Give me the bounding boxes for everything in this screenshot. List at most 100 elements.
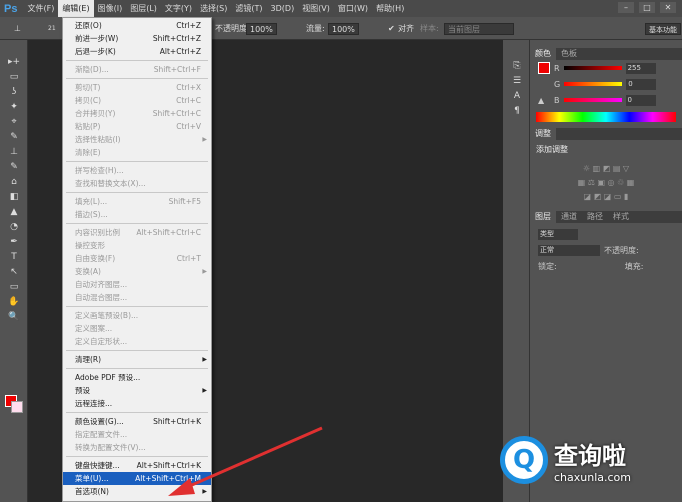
- tab-layers[interactable]: 图层: [530, 211, 556, 223]
- tool-button[interactable]: ⊥: [6, 146, 22, 158]
- menu-item[interactable]: 指定配置文件...: [63, 428, 211, 441]
- menu-item[interactable]: 合并拷贝(Y) Shift+Ctrl+C: [63, 107, 211, 120]
- menu-item[interactable]: 内容识别比例 Alt+Shift+Ctrl+C: [63, 226, 211, 239]
- character-icon[interactable]: A: [509, 90, 525, 102]
- tab-channels[interactable]: 通道: [556, 211, 582, 223]
- tool-button[interactable]: ✋: [6, 296, 22, 308]
- tab-styles[interactable]: 样式: [608, 211, 634, 223]
- opacity-input[interactable]: 100%: [246, 23, 277, 35]
- menu-item[interactable]: 粘贴(P) Ctrl+V: [63, 120, 211, 133]
- menu-item[interactable]: 键盘快捷键... Alt+Shift+Ctrl+K: [63, 459, 211, 472]
- menu-item[interactable]: Adobe PDF 预设...: [63, 371, 211, 384]
- menu-select[interactable]: 选择(S): [196, 0, 231, 17]
- align-checkbox[interactable]: ✔: [388, 23, 395, 35]
- maximize-button[interactable]: □: [639, 2, 655, 13]
- tool-button[interactable]: ✒: [6, 236, 22, 248]
- history-icon[interactable]: ⎘: [509, 60, 525, 72]
- paragraph-icon[interactable]: ¶: [509, 105, 525, 117]
- tool-button[interactable]: ▭: [6, 281, 22, 293]
- menu-item[interactable]: 转换为配置文件(V)...: [63, 441, 211, 454]
- tool-button[interactable]: ✎: [6, 131, 22, 143]
- menu-item[interactable]: 定义画笔预设(B)...: [63, 309, 211, 322]
- blend-mode-select[interactable]: 正常: [538, 244, 600, 256]
- menu-item[interactable]: 自动对齐图层...: [63, 278, 211, 291]
- menu-item-label: 菜单(U)...: [75, 474, 109, 483]
- menu-item[interactable]: 前进一步(W) Shift+Ctrl+Z: [63, 32, 211, 45]
- menu-item[interactable]: 变换(A) ▶: [63, 265, 211, 278]
- properties-icon[interactable]: ☰: [509, 75, 525, 87]
- g-slider[interactable]: [564, 82, 623, 86]
- menu-layer[interactable]: 图层(L): [126, 0, 161, 17]
- tool-button[interactable]: ʖ: [6, 86, 22, 98]
- tool-button[interactable]: ✦: [6, 101, 22, 113]
- menu-item[interactable]: 填充(L)... Shift+F5: [63, 195, 211, 208]
- r-slider[interactable]: [563, 66, 622, 70]
- menu-item[interactable]: 远程连接...: [63, 397, 211, 410]
- menu-item[interactable]: 定义自定形状...: [63, 335, 211, 348]
- menu-image[interactable]: 图像(I): [94, 0, 127, 17]
- menu-item[interactable]: 选择性粘贴(I) ▶: [63, 133, 211, 146]
- tool-button[interactable]: ▸+: [6, 56, 22, 68]
- menu-item[interactable]: 定义图案...: [63, 322, 211, 335]
- close-button[interactable]: ✕: [660, 2, 676, 13]
- menu-view[interactable]: 视图(V): [298, 0, 334, 17]
- menu-item[interactable]: 清理(R) ▶: [63, 353, 211, 366]
- tool-button[interactable]: ◔: [6, 221, 22, 233]
- menu-type[interactable]: 文字(Y): [161, 0, 196, 17]
- tool-button[interactable]: ✎: [6, 161, 22, 173]
- menu-item[interactable]: 描边(S)...: [63, 208, 211, 221]
- menu-item[interactable]: 查找和替换文本(X)...: [63, 177, 211, 190]
- tool-button[interactable]: T: [6, 251, 22, 263]
- menu-item[interactable]: 拷贝(C) Ctrl+C: [63, 94, 211, 107]
- adjustment-icons-row[interactable]: ☼ ▥ ◩ ▤ ▽: [530, 164, 682, 173]
- menu-item[interactable]: 渐隐(D)... Shift+Ctrl+F: [63, 63, 211, 76]
- menu-file[interactable]: 文件(F): [23, 0, 58, 17]
- tool-button[interactable]: ⌖: [6, 116, 22, 128]
- fg-color-chip[interactable]: [538, 62, 550, 74]
- menu-help[interactable]: 帮助(H): [372, 0, 408, 17]
- b-slider[interactable]: [563, 98, 622, 102]
- tool-button[interactable]: ⌂: [6, 176, 22, 188]
- menu-item[interactable]: 首选项(N) ▶: [63, 485, 211, 498]
- color-spectrum[interactable]: [536, 112, 676, 122]
- tab-color[interactable]: 颜色: [530, 48, 556, 60]
- menu-item[interactable]: 清除(E): [63, 146, 211, 159]
- menu-edit[interactable]: 编辑(E): [58, 0, 94, 17]
- tool-button[interactable]: ◧: [6, 191, 22, 203]
- layer-kind-filter[interactable]: 类型: [538, 228, 578, 240]
- menu-item[interactable]: 自动混合图层...: [63, 291, 211, 304]
- menu-item[interactable]: 还原(O) Ctrl+Z: [63, 19, 211, 32]
- menu-item[interactable]: 菜单(U)... Alt+Shift+Ctrl+M: [63, 472, 211, 485]
- tab-swatches[interactable]: 色板: [556, 48, 582, 60]
- tool-button[interactable]: 🔍: [6, 311, 22, 323]
- tool-button[interactable]: ▲: [6, 206, 22, 218]
- tab-adjustments[interactable]: 调整: [530, 128, 556, 140]
- tab-paths[interactable]: 路径: [582, 211, 608, 223]
- menu-item[interactable]: 剪切(T) Ctrl+X: [63, 81, 211, 94]
- brush-size[interactable]: 21: [48, 23, 56, 35]
- menu-3d[interactable]: 3D(D): [267, 0, 299, 17]
- sample-select[interactable]: 当前图层: [444, 23, 514, 35]
- b-value[interactable]: 0: [625, 94, 656, 106]
- menu-item[interactable]: 自由变换(F) Ctrl+T: [63, 252, 211, 265]
- workspace-button[interactable]: 基本功能: [645, 23, 681, 35]
- watermark-url: chaxunla.com: [554, 471, 631, 484]
- stamp-tool-icon[interactable]: ⊥: [14, 23, 21, 35]
- tool-button[interactable]: ▭: [6, 71, 22, 83]
- menu-item-label: 内容识别比例: [75, 228, 120, 237]
- minimize-button[interactable]: –: [618, 2, 634, 13]
- adjustment-icons-row[interactable]: ▦ ⚖ ▣ ◎ ♲ ▦: [530, 178, 682, 187]
- menu-item[interactable]: 操控变形: [63, 239, 211, 252]
- menu-item[interactable]: 预设 ▶: [63, 384, 211, 397]
- adjustment-icons-row[interactable]: ◪ ◩ ◪ ▭ ▮: [530, 192, 682, 201]
- menu-item[interactable]: 拼写检查(H)...: [63, 164, 211, 177]
- menu-item[interactable]: 后退一步(K) Alt+Ctrl+Z: [63, 45, 211, 58]
- menu-window[interactable]: 窗口(W): [334, 0, 372, 17]
- menu-filter[interactable]: 滤镜(T): [231, 0, 266, 17]
- menu-item[interactable]: 颜色设置(G)... Shift+Ctrl+K: [63, 415, 211, 428]
- r-value[interactable]: 255: [625, 62, 656, 74]
- flow-input[interactable]: 100%: [328, 23, 359, 35]
- tool-button[interactable]: ↖: [6, 266, 22, 278]
- g-value[interactable]: 0: [626, 78, 657, 90]
- background-color-swatch[interactable]: [11, 401, 23, 413]
